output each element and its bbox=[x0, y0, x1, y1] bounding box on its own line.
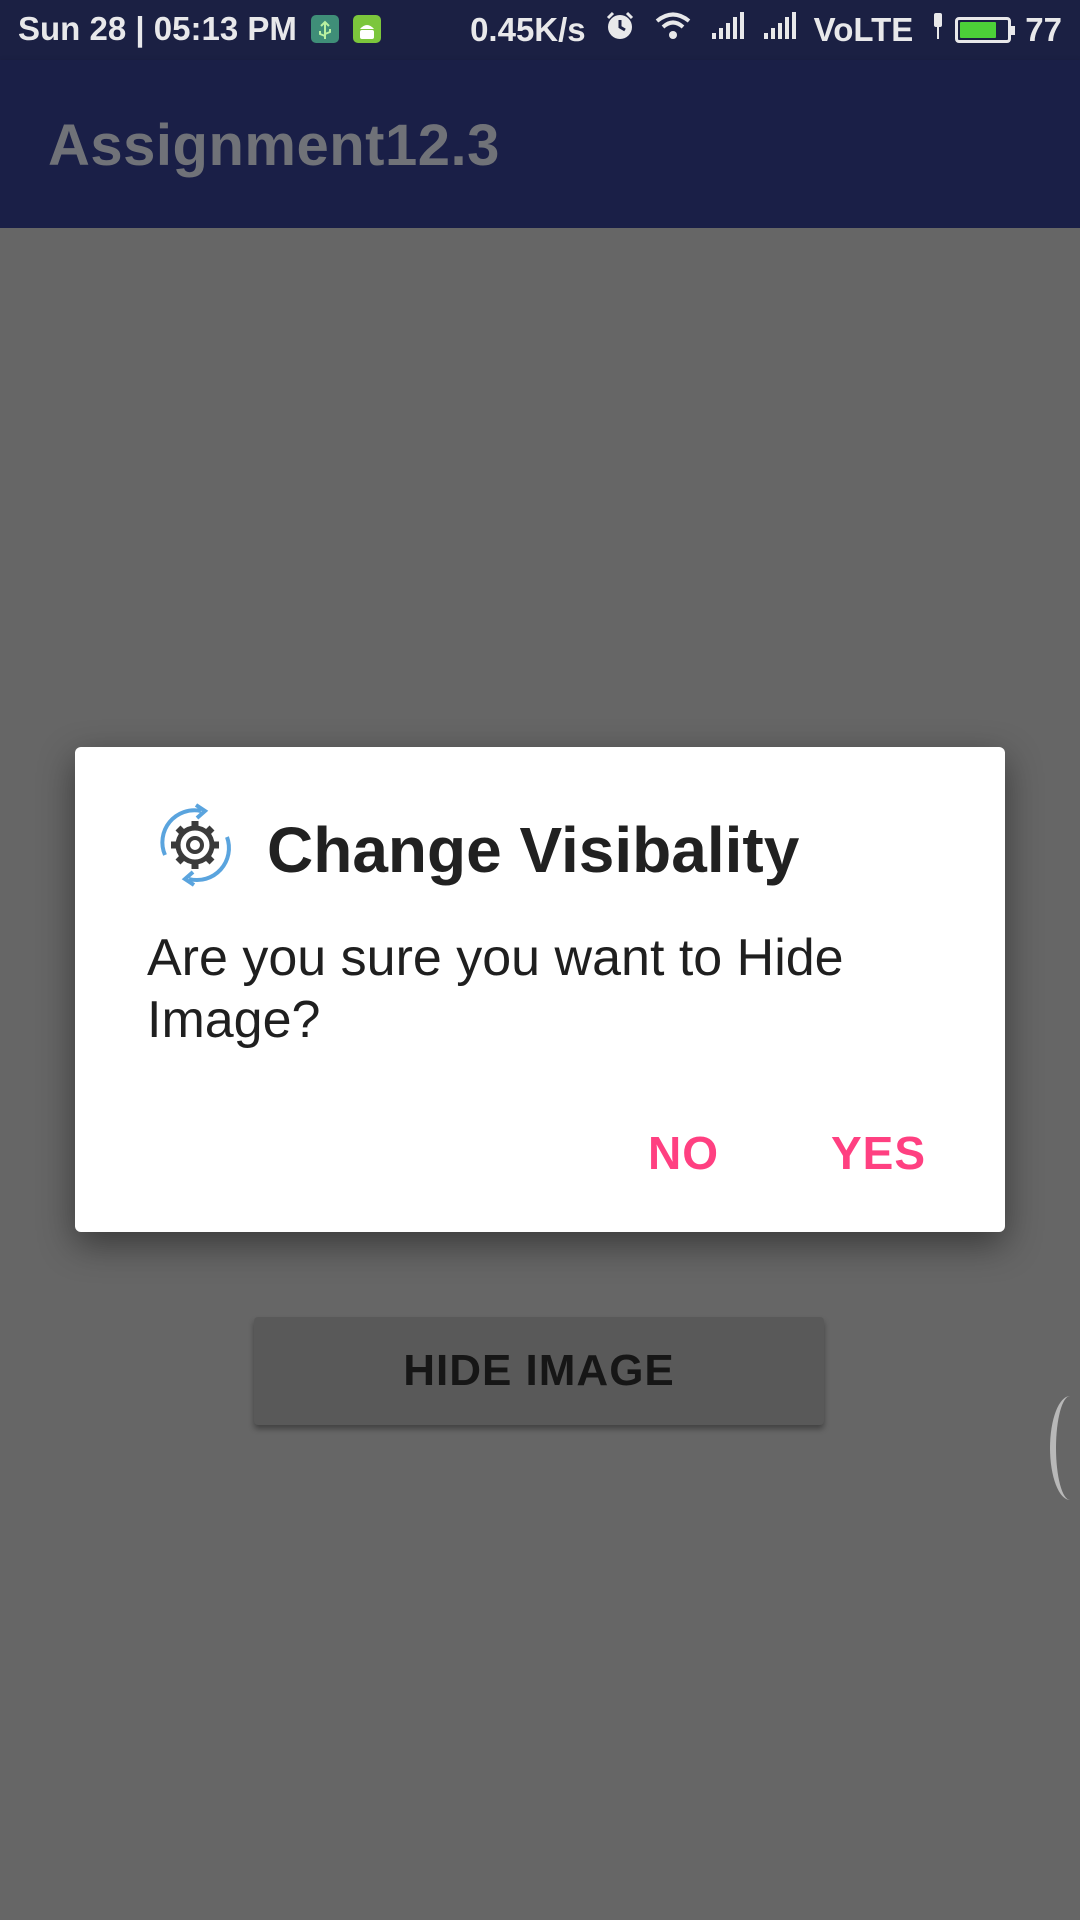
signal-icon bbox=[710, 11, 744, 49]
dialog-title: Change Visibality bbox=[267, 814, 800, 886]
app-bar: Assignment12.3 bbox=[0, 60, 1080, 228]
battery-icon bbox=[955, 17, 1016, 43]
battery-level: 77 bbox=[1025, 11, 1062, 48]
status-bar-right: 0.45K/s VoLTE 77 bbox=[470, 10, 1062, 50]
battery-fill bbox=[960, 22, 996, 38]
signal-icon bbox=[762, 11, 796, 49]
wifi-icon bbox=[654, 11, 692, 49]
status-bar: Sun 28 | 05:13 PM 0.45K/s VoLTE 77 bbox=[0, 0, 1080, 60]
usb-notification-icon bbox=[310, 15, 339, 43]
hide-image-button[interactable]: HIDE IMAGE bbox=[254, 1317, 824, 1425]
settings-sync-icon bbox=[147, 797, 243, 893]
status-bar-left: Sun 28 | 05:13 PM bbox=[18, 10, 381, 48]
charging-icon bbox=[931, 11, 945, 49]
status-datetime: Sun 28 | 05:13 PM bbox=[18, 10, 297, 47]
battery-nub bbox=[1011, 26, 1016, 35]
alarm-icon bbox=[604, 10, 636, 50]
no-button[interactable]: NO bbox=[632, 1117, 735, 1189]
dialog-message: Are you sure you want to Hide Image? bbox=[147, 929, 844, 1049]
app-title: Assignment12.3 bbox=[48, 113, 500, 178]
network-type: VoLTE bbox=[813, 11, 914, 48]
yes-button[interactable]: YES bbox=[815, 1117, 942, 1189]
confirm-dialog: Change Visibality Are you sure you want … bbox=[75, 747, 1005, 1232]
android-notification-icon bbox=[352, 15, 381, 43]
network-speed: 0.45K/s bbox=[470, 11, 586, 48]
